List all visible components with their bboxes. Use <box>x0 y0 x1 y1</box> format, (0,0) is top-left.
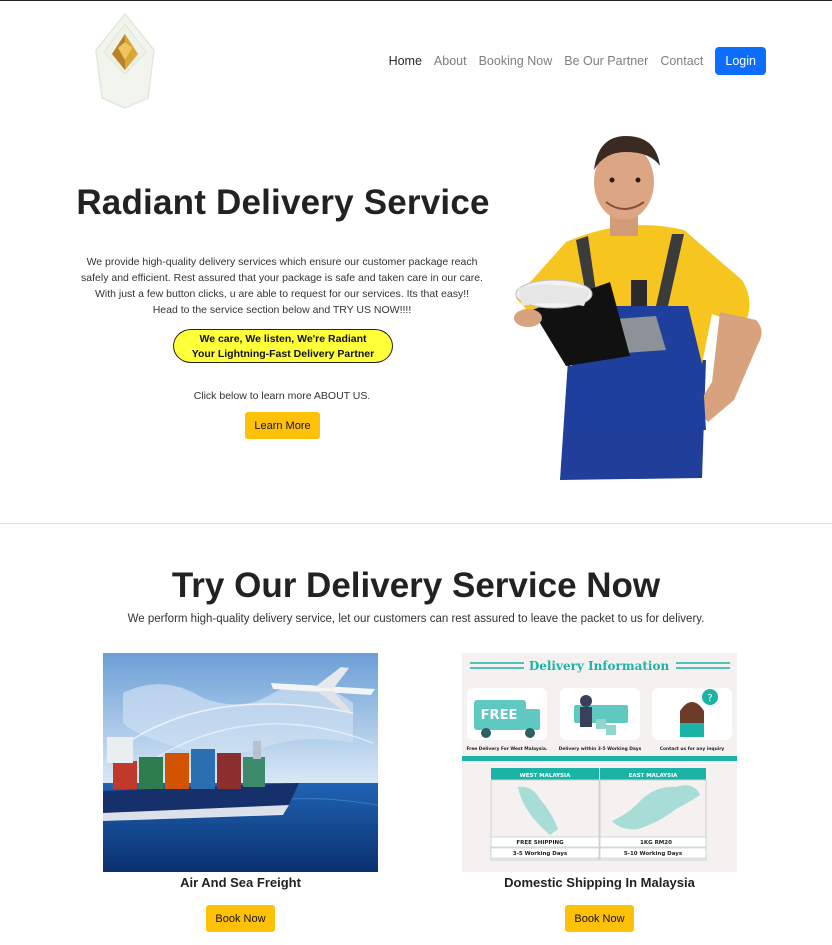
info-caption: Free Delivery For West Malaysia. <box>466 746 547 752</box>
info-caption: Contact us for any inquiry <box>660 746 725 752</box>
learn-more-button[interactable]: Learn More <box>245 412 320 439</box>
hero-description: We provide high-quality delivery service… <box>72 254 492 318</box>
west-days: 3-5 Working Days <box>513 851 568 857</box>
nav-booking-now[interactable]: Booking Now <box>473 54 559 68</box>
main-nav: Home About Booking Now Be Our Partner Co… <box>383 47 766 75</box>
learn-more-prompt: Click below to learn more ABOUT US. <box>193 390 371 402</box>
west-price: FREE SHIPPING <box>516 840 564 846</box>
west-malaysia-label: WEST MALAYSIA <box>520 773 571 779</box>
hero-description-line: We provide high-quality delivery service… <box>86 256 478 268</box>
services-subtitle: We perform high-quality delivery service… <box>127 613 705 625</box>
nav-contact[interactable]: Contact <box>654 54 709 68</box>
east-malaysia-label: EAST MALAYSIA <box>629 773 679 779</box>
login-button[interactable]: Login <box>715 47 766 75</box>
section-divider <box>0 523 832 524</box>
brand-logo[interactable] <box>92 12 158 110</box>
delivery-man-image <box>514 136 762 480</box>
air-sea-freight-image[interactable] <box>103 653 378 872</box>
info-caption: Delivery within 3-5 Working Days <box>559 746 642 752</box>
nav-about[interactable]: About <box>428 54 473 68</box>
east-price: 1KG RM20 <box>640 840 672 846</box>
nav-home[interactable]: Home <box>383 54 428 68</box>
card-title-air-sea-freight: Air And Sea Freight <box>180 875 301 890</box>
services-title: Try Our Delivery Service Now <box>171 566 661 605</box>
hero-title: Radiant Delivery Service <box>76 183 490 222</box>
hero-description-line: With just a few button clicks, u are abl… <box>94 288 470 300</box>
tagline-line: We care, We listen, We're Radiant <box>199 333 367 345</box>
tagline-badge: We care, We listen, We're Radiant Your L… <box>173 329 393 363</box>
east-days: 5-10 Working Days <box>624 851 683 857</box>
hero-description-line: Head to the service section below and TR… <box>152 304 412 316</box>
book-now-domestic-button[interactable]: Book Now <box>565 905 634 932</box>
svg-text:?: ? <box>707 693 712 704</box>
book-now-air-sea-button[interactable]: Book Now <box>206 905 275 932</box>
hero-description-line: safely and efficient. Rest assured that … <box>81 272 483 284</box>
tagline-line: Your Lightning-Fast Delivery Partner <box>191 348 375 360</box>
info-heading: Delivery Information <box>529 659 670 673</box>
free-label: FREE <box>481 708 518 723</box>
nav-be-our-partner[interactable]: Be Our Partner <box>558 54 654 68</box>
top-border <box>0 0 832 1</box>
delivery-information-image[interactable]: Delivery Information FREE ? Free Deliver… <box>462 653 737 872</box>
card-title-domestic-shipping: Domestic Shipping In Malaysia <box>504 875 695 890</box>
